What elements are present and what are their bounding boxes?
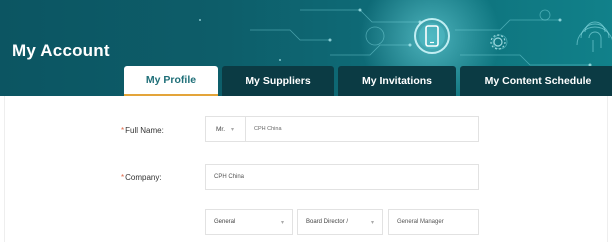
full-name-label: *Full Name: [121, 126, 164, 135]
role-value: Board Director / [306, 219, 349, 225]
salutation-select[interactable]: Mr. ▾ [206, 117, 246, 141]
mobile-device-icon [414, 18, 450, 54]
chevron-down-icon: ▾ [231, 126, 235, 133]
job-title-value: General Manager [397, 219, 444, 225]
page-title: My Account [12, 41, 110, 60]
company-input[interactable]: CPH China [205, 164, 479, 190]
role-select[interactable]: Board Director / ▾ [297, 209, 383, 235]
company-value: CPH China [214, 174, 245, 180]
profile-form: *Full Name: Mr. ▾ CPH China *Company: CP… [4, 96, 608, 242]
tab-my-invitations[interactable]: My Invitations [338, 66, 456, 96]
full-name-input[interactable]: CPH China [246, 126, 282, 132]
tab-my-content-schedule[interactable]: My Content Schedule [460, 66, 612, 96]
tab-my-suppliers[interactable]: My Suppliers [222, 66, 334, 96]
account-tabs: My Profile My Suppliers My Invitations M… [124, 66, 612, 96]
job-title-input[interactable]: General Manager [388, 209, 479, 235]
chevron-down-icon: ▾ [280, 219, 284, 226]
company-label: *Company: [121, 173, 162, 182]
fingerprint-icon [576, 21, 612, 52]
full-name-field: Mr. ▾ CPH China [205, 116, 479, 142]
tab-my-profile[interactable]: My Profile [124, 66, 218, 96]
department-value: General [214, 219, 236, 225]
department-select[interactable]: General ▾ [205, 209, 293, 235]
salutation-value: Mr. [216, 125, 226, 133]
required-marker: * [121, 173, 125, 182]
required-marker: * [121, 126, 125, 135]
chevron-down-icon: ▾ [370, 219, 374, 226]
